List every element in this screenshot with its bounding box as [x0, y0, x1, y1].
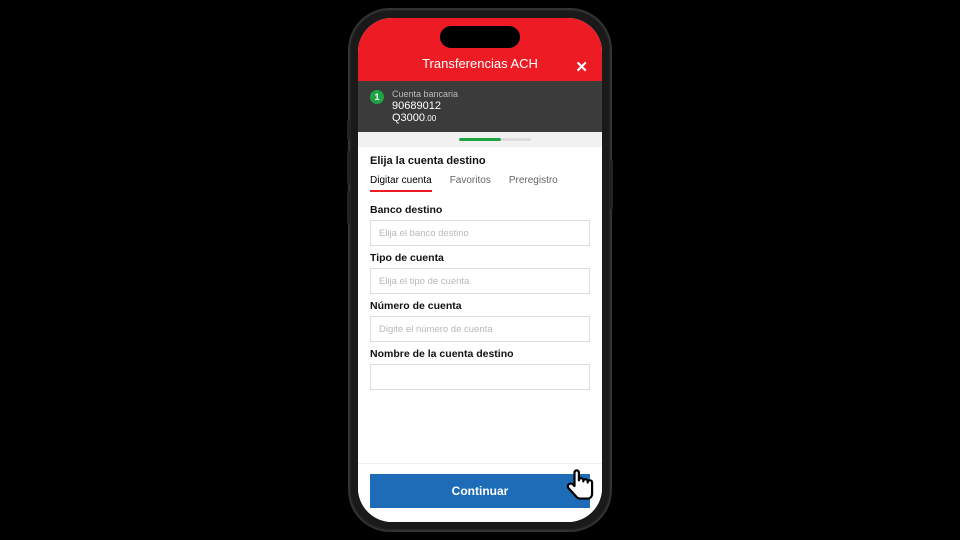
source-account-number: 90689012: [392, 100, 458, 112]
account-number-label: Número de cuenta: [370, 300, 590, 312]
progress-bar: [358, 132, 602, 147]
source-account-bar[interactable]: 1 Cuenta bancaria 90689012 Q3000.00: [358, 81, 602, 132]
phone-side-button: [347, 150, 350, 184]
continue-button[interactable]: Continuar: [370, 474, 590, 508]
source-account-label: Cuenta bancaria: [392, 89, 458, 99]
cursor-hand-icon: [562, 466, 598, 510]
phone-side-button: [347, 120, 350, 140]
close-icon[interactable]: ✕: [575, 58, 588, 76]
account-name-label: Nombre de la cuenta destino: [370, 348, 590, 360]
phone-side-button: [347, 190, 350, 224]
phone-side-button: [610, 160, 613, 210]
bank-label: Banco destino: [370, 204, 590, 216]
account-type-select[interactable]: [370, 268, 590, 294]
tab-digitar-cuenta[interactable]: Digitar cuenta: [370, 175, 432, 192]
account-type-label: Tipo de cuenta: [370, 252, 590, 264]
tabs: Digitar cuenta Favoritos Preregistro: [370, 175, 590, 192]
dynamic-island: [440, 26, 520, 48]
tab-preregistro[interactable]: Preregistro: [509, 175, 558, 192]
account-name-input[interactable]: [370, 364, 590, 390]
form-content: Elija la cuenta destino Digitar cuenta F…: [358, 147, 602, 463]
tab-favoritos[interactable]: Favoritos: [450, 175, 491, 192]
step-badge: 1: [370, 90, 384, 104]
bank-select[interactable]: [370, 220, 590, 246]
section-title: Elija la cuenta destino: [370, 155, 590, 167]
source-account-info: Cuenta bancaria 90689012 Q3000.00: [392, 89, 458, 124]
source-account-amount: Q3000.00: [392, 112, 458, 124]
header-title: Transferencias ACH: [422, 56, 538, 71]
phone-frame: Transferencias ACH ✕ 1 Cuenta bancaria 9…: [350, 10, 610, 530]
account-number-input[interactable]: [370, 316, 590, 342]
screen: Transferencias ACH ✕ 1 Cuenta bancaria 9…: [358, 18, 602, 522]
